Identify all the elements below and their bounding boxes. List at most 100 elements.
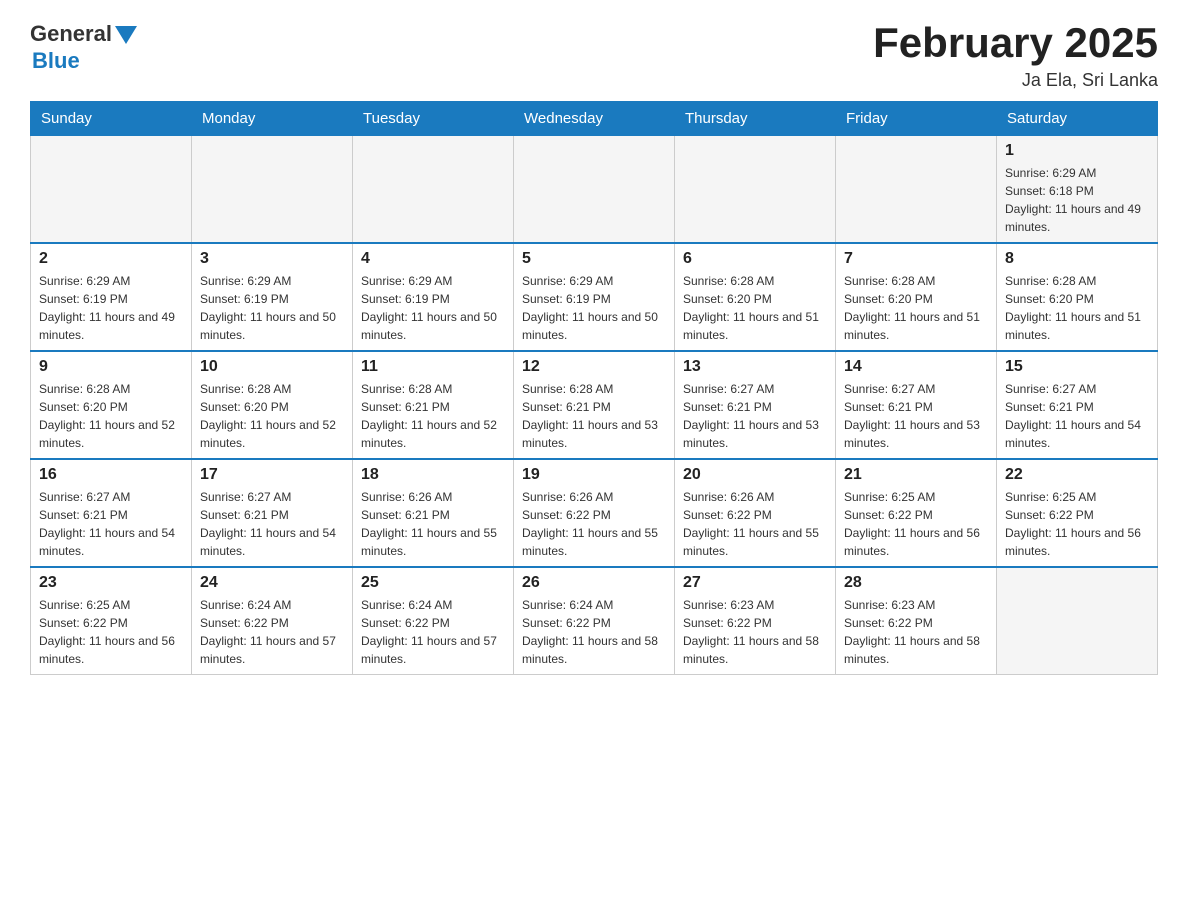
- table-row: 21 Sunrise: 6:25 AM Sunset: 6:22 PM Dayli…: [836, 459, 997, 567]
- table-row: 19Sunrise: 6:26 AM Sunset: 6:22 PM Dayli…: [514, 459, 675, 567]
- header-friday: Friday: [836, 102, 997, 136]
- header-saturday: Saturday: [997, 102, 1158, 136]
- day-info: Sunrise: 6:24 AM Sunset: 6:22 PM Dayligh…: [361, 596, 505, 668]
- table-row: 17 Sunrise: 6:27 AM Sunset: 6:21 PM Dayli…: [192, 459, 353, 567]
- table-row: 15 Sunrise: 6:27 AM Sunset: 6:21 PM Dayli…: [997, 351, 1158, 459]
- header-thursday: Thursday: [675, 102, 836, 136]
- day-info: Sunrise: 6:24 AM Sunset: 6:22 PM Dayligh…: [522, 596, 666, 668]
- header-wednesday: Wednesday: [514, 102, 675, 136]
- calendar-table: Sunday Monday Tuesday Wednesday Thursday…: [30, 101, 1158, 675]
- day-number: 12: [522, 358, 666, 376]
- day-info: Sunrise: 6:25 AM Sunset: 6:22 PM Dayligh…: [39, 596, 183, 668]
- calendar-week-row: 23 Sunrise: 6:25 AM Sunset: 6:22 PM Dayli…: [31, 567, 1158, 675]
- day-number: 18: [361, 466, 505, 484]
- table-row: 3 Sunrise: 6:29 AM Sunset: 6:19 PM Daylig…: [192, 243, 353, 351]
- day-info: Sunrise: 6:26 AM Sunset: 6:21 PM Dayligh…: [361, 488, 505, 560]
- day-info: Sunrise: 6:29 AM Sunset: 6:19 PM Dayligh…: [200, 272, 344, 344]
- day-info: Sunrise: 6:23 AM Sunset: 6:22 PM Dayligh…: [844, 596, 988, 668]
- day-info: Sunrise: 6:27 AM Sunset: 6:21 PM Dayligh…: [844, 380, 988, 452]
- table-row: [836, 136, 997, 244]
- day-info: Sunrise: 6:29 AM Sunset: 6:19 PM Dayligh…: [39, 272, 183, 344]
- table-row: 14 Sunrise: 6:27 AM Sunset: 6:21 PM Dayli…: [836, 351, 997, 459]
- day-number: 27: [683, 574, 827, 592]
- day-info: Sunrise: 6:28 AM Sunset: 6:20 PM Dayligh…: [39, 380, 183, 452]
- day-info: Sunrise: 6:28 AM Sunset: 6:20 PM Dayligh…: [200, 380, 344, 452]
- page-header: General Blue February 2025 Ja Ela, Sri L…: [30, 20, 1158, 91]
- calendar-week-row: 16 Sunrise: 6:27 AM Sunset: 6:21 PM Dayli…: [31, 459, 1158, 567]
- table-row: 23 Sunrise: 6:25 AM Sunset: 6:22 PM Dayli…: [31, 567, 192, 675]
- day-number: 17: [200, 466, 344, 484]
- day-number: 15: [1005, 358, 1149, 376]
- table-row: 7Sunrise: 6:28 AM Sunset: 6:20 PM Daylig…: [836, 243, 997, 351]
- logo: General Blue: [30, 20, 137, 73]
- table-row: 4Sunrise: 6:29 AM Sunset: 6:19 PM Daylig…: [353, 243, 514, 351]
- day-info: Sunrise: 6:27 AM Sunset: 6:21 PM Dayligh…: [200, 488, 344, 560]
- table-row: [997, 567, 1158, 675]
- day-info: Sunrise: 6:29 AM Sunset: 6:19 PM Dayligh…: [361, 272, 505, 344]
- day-number: 1: [1005, 142, 1149, 160]
- table-row: 11 Sunrise: 6:28 AM Sunset: 6:21 PM Dayli…: [353, 351, 514, 459]
- day-number: 10: [200, 358, 344, 376]
- table-row: [192, 136, 353, 244]
- day-number: 26: [522, 574, 666, 592]
- table-row: 16 Sunrise: 6:27 AM Sunset: 6:21 PM Dayli…: [31, 459, 192, 567]
- day-number: 23: [39, 574, 183, 592]
- calendar-week-row: 1 Sunrise: 6:29 AM Sunset: 6:18 PM Daylig…: [31, 136, 1158, 244]
- calendar-week-row: 2 Sunrise: 6:29 AM Sunset: 6:19 PM Daylig…: [31, 243, 1158, 351]
- day-info: Sunrise: 6:27 AM Sunset: 6:21 PM Dayligh…: [683, 380, 827, 452]
- title-block: February 2025 Ja Ela, Sri Lanka: [873, 20, 1158, 91]
- table-row: 10 Sunrise: 6:28 AM Sunset: 6:20 PM Dayli…: [192, 351, 353, 459]
- day-info: Sunrise: 6:28 AM Sunset: 6:20 PM Dayligh…: [1005, 272, 1149, 344]
- day-info: Sunrise: 6:23 AM Sunset: 6:22 PM Dayligh…: [683, 596, 827, 668]
- logo-triangle-icon: [115, 26, 137, 44]
- day-info: Sunrise: 6:28 AM Sunset: 6:21 PM Dayligh…: [522, 380, 666, 452]
- day-number: 7: [844, 250, 988, 268]
- table-row: 20 Sunrise: 6:26 AM Sunset: 6:22 PM Dayli…: [675, 459, 836, 567]
- day-number: 28: [844, 574, 988, 592]
- logo-general: General: [30, 22, 112, 46]
- day-number: 20: [683, 466, 827, 484]
- day-number: 5: [522, 250, 666, 268]
- day-number: 24: [200, 574, 344, 592]
- day-info: Sunrise: 6:29 AM Sunset: 6:18 PM Dayligh…: [1005, 164, 1149, 236]
- day-info: Sunrise: 6:25 AM Sunset: 6:22 PM Dayligh…: [844, 488, 988, 560]
- table-row: 24 Sunrise: 6:24 AM Sunset: 6:22 PM Dayli…: [192, 567, 353, 675]
- day-number: 13: [683, 358, 827, 376]
- calendar-subtitle: Ja Ela, Sri Lanka: [873, 70, 1158, 91]
- table-row: [514, 136, 675, 244]
- header-sunday: Sunday: [31, 102, 192, 136]
- table-row: [675, 136, 836, 244]
- day-number: 22: [1005, 466, 1149, 484]
- table-row: 5Sunrise: 6:29 AM Sunset: 6:19 PM Daylig…: [514, 243, 675, 351]
- day-number: 25: [361, 574, 505, 592]
- day-number: 11: [361, 358, 505, 376]
- day-number: 2: [39, 250, 183, 268]
- calendar-title: February 2025: [873, 20, 1158, 66]
- table-row: 27 Sunrise: 6:23 AM Sunset: 6:22 PM Dayli…: [675, 567, 836, 675]
- day-info: Sunrise: 6:27 AM Sunset: 6:21 PM Dayligh…: [39, 488, 183, 560]
- table-row: 25 Sunrise: 6:24 AM Sunset: 6:22 PM Dayli…: [353, 567, 514, 675]
- day-number: 21: [844, 466, 988, 484]
- day-number: 9: [39, 358, 183, 376]
- table-row: [353, 136, 514, 244]
- table-row: 22 Sunrise: 6:25 AM Sunset: 6:22 PM Dayli…: [997, 459, 1158, 567]
- table-row: 18 Sunrise: 6:26 AM Sunset: 6:21 PM Dayli…: [353, 459, 514, 567]
- day-info: Sunrise: 6:26 AM Sunset: 6:22 PM Dayligh…: [683, 488, 827, 560]
- day-number: 3: [200, 250, 344, 268]
- day-number: 8: [1005, 250, 1149, 268]
- table-row: 13 Sunrise: 6:27 AM Sunset: 6:21 PM Dayli…: [675, 351, 836, 459]
- table-row: 1 Sunrise: 6:29 AM Sunset: 6:18 PM Daylig…: [997, 136, 1158, 244]
- calendar-header-row: Sunday Monday Tuesday Wednesday Thursday…: [31, 102, 1158, 136]
- day-number: 16: [39, 466, 183, 484]
- table-row: 12 Sunrise: 6:28 AM Sunset: 6:21 PM Dayli…: [514, 351, 675, 459]
- table-row: 28 Sunrise: 6:23 AM Sunset: 6:22 PM Dayli…: [836, 567, 997, 675]
- day-info: Sunrise: 6:26 AM Sunset: 6:22 PM Dayligh…: [522, 488, 666, 560]
- table-row: 9 Sunrise: 6:28 AM Sunset: 6:20 PM Daylig…: [31, 351, 192, 459]
- day-number: 14: [844, 358, 988, 376]
- day-info: Sunrise: 6:28 AM Sunset: 6:21 PM Dayligh…: [361, 380, 505, 452]
- day-info: Sunrise: 6:25 AM Sunset: 6:22 PM Dayligh…: [1005, 488, 1149, 560]
- table-row: [31, 136, 192, 244]
- day-info: Sunrise: 6:27 AM Sunset: 6:21 PM Dayligh…: [1005, 380, 1149, 452]
- table-row: 2 Sunrise: 6:29 AM Sunset: 6:19 PM Daylig…: [31, 243, 192, 351]
- day-info: Sunrise: 6:24 AM Sunset: 6:22 PM Dayligh…: [200, 596, 344, 668]
